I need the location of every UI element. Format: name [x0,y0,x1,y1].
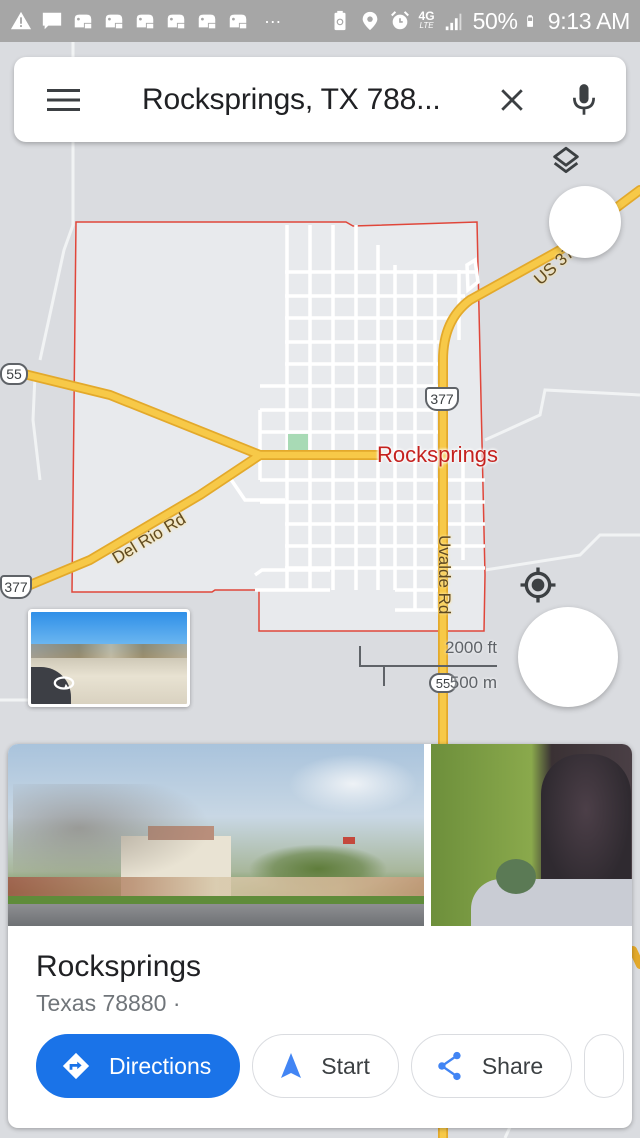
alarm-icon [390,11,409,30]
start-button[interactable]: Start [252,1034,399,1098]
street-view-trees [31,644,187,658]
directions-icon [62,1052,90,1080]
layers-icon [553,146,579,174]
park [288,434,308,450]
message-icon [42,12,62,30]
layers-button[interactable] [549,146,621,258]
action-chips: Directions Start Share [36,1034,625,1098]
road-label-uvalde: Uvalde Rd [435,535,454,615]
photo-clouds [288,754,418,814]
clock: 9:13 AM [547,7,631,34]
search-input[interactable]: Rocksprings, TX 788... [142,83,482,117]
game-controller-icon [136,14,154,29]
search-bar[interactable]: Rocksprings, TX 788... [14,57,626,142]
my-location-icon [520,567,556,603]
scale-imperial: 2000 ft [445,638,497,657]
game-controller-icon [198,14,216,29]
start-label: Start [321,1052,370,1079]
place-label-rocksprings[interactable]: Rocksprings [377,442,498,468]
scale-readout: 2000 ft 500 m [356,638,501,698]
share-label: Share [481,1052,544,1079]
place-subtitle: Texas 78880 · [36,990,181,1016]
photo-road [8,904,424,926]
share-button[interactable]: Share [410,1034,573,1098]
share-icon [438,1051,461,1081]
battery-icon [526,15,533,27]
hamburger-menu-icon [47,88,80,111]
photo-lowbuildings [8,877,424,897]
photo-rock [471,879,632,926]
place-photo-courthouse[interactable] [8,744,424,926]
battery-saver-icon [334,10,346,31]
us-377-shield-center: 377 [425,387,459,411]
battery-percent: 50% [472,7,518,34]
game-controller-icon [105,14,123,29]
place-photo-sculpture[interactable] [431,744,632,926]
street-view-thumbnail[interactable] [28,609,190,707]
place-card[interactable]: Rocksprings Texas 78880 · Directions Sta… [8,744,632,1128]
game-controller-icon [74,14,92,29]
photo-sculpture [541,754,631,894]
microphone-icon [573,83,595,115]
photo-grass [8,896,424,904]
4g-lte-icon: 4G LTE [418,9,435,30]
rotate-360-icon [53,676,75,690]
us-377-shield-left: 377 [0,575,32,599]
more-actions-button[interactable] [584,1034,625,1098]
photo-cactus [496,859,536,894]
route-55-shield: 55 [0,363,28,385]
location-icon [362,11,377,31]
more-dots-icon: ··· [264,10,282,31]
game-controller-icon [229,14,247,29]
clear-search-button[interactable] [482,57,542,142]
place-title: Rocksprings [36,950,202,983]
status-bar: ··· 4G LTE 50% 9:13 AM [0,0,640,42]
photo-flag [343,837,355,844]
directions-button[interactable]: Directions [36,1034,241,1098]
close-icon [501,88,523,111]
my-location-button[interactable] [518,567,618,707]
game-controller-icon [167,14,185,29]
warning-icon [10,11,32,30]
navigation-arrow-icon [281,1053,302,1078]
signal-icon [445,13,461,31]
voice-search-button[interactable] [542,57,626,142]
scale-metric: 500 m [449,673,497,692]
directions-label: Directions [109,1052,212,1079]
menu-button[interactable] [14,57,114,142]
